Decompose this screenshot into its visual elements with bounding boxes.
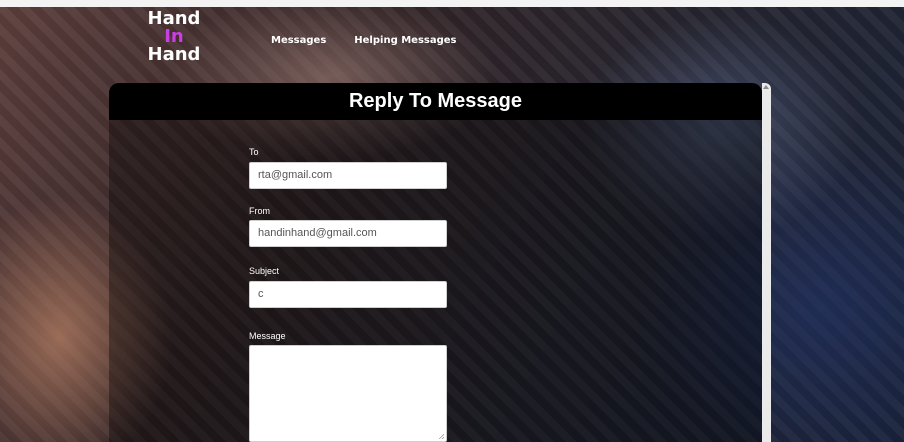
nav-helping-messages[interactable]: Helping Messages — [354, 35, 456, 46]
resize-grip-icon[interactable] — [438, 433, 444, 439]
from-label: From — [249, 206, 270, 216]
scroll-up-arrow-icon[interactable] — [763, 85, 769, 89]
top-nav: Messages Helping Messages — [271, 35, 456, 46]
to-label: To — [249, 147, 259, 157]
panel-scrollbar[interactable] — [762, 83, 771, 442]
message-label: Message — [249, 331, 286, 341]
from-field[interactable]: handinhand@gmail.com — [249, 220, 447, 247]
to-field[interactable]: rta@gmail.com — [249, 162, 447, 189]
subject-field[interactable]: c — [249, 281, 447, 308]
nav-messages[interactable]: Messages — [271, 35, 326, 46]
brand-line-3: Hand — [147, 44, 201, 65]
subject-label: Subject — [249, 266, 280, 276]
message-textarea[interactable] — [249, 345, 447, 442]
brand-logo[interactable]: Hand In Hand — [144, 10, 204, 64]
panel-title: Reply To Message — [109, 83, 762, 120]
